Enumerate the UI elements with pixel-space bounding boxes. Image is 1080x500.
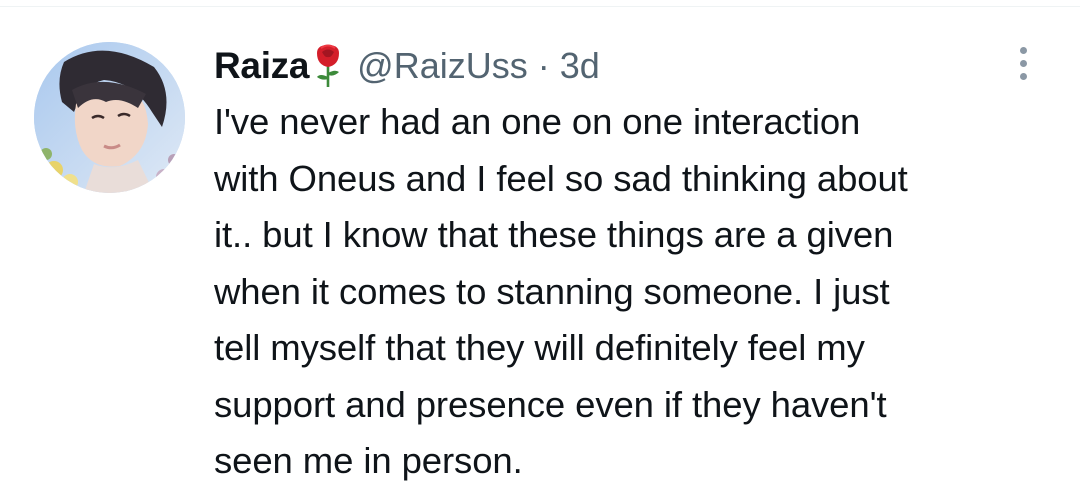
author-handle[interactable]: @RaizUss xyxy=(357,45,528,87)
avatar-image xyxy=(34,42,185,193)
tweet-text-line: when it comes to stanning someone. I jus… xyxy=(214,270,890,312)
tweet[interactable]: Raiza @RaizUss · 3d I've never had an on… xyxy=(0,0,1080,500)
tweet-text-line: seen me in person. xyxy=(214,440,523,481)
tweet-text-line: with Oneus and I feel so sad thinking ab… xyxy=(214,157,908,199)
timestamp[interactable]: 3d xyxy=(560,45,600,87)
more-dot xyxy=(1019,59,1027,67)
tweet-text: I've never had an one on one interaction… xyxy=(214,94,1054,490)
tweet-text-line: it.. but I know that these things are a … xyxy=(214,214,894,255)
tweet-text-line: I've never had an one on one interaction xyxy=(214,101,861,142)
avatar[interactable] xyxy=(34,42,185,193)
more-dot xyxy=(1019,72,1027,80)
tweet-header: Raiza @RaizUss · 3d xyxy=(214,42,600,90)
more-dot xyxy=(1019,46,1027,54)
more-vertical-icon[interactable] xyxy=(1008,40,1038,86)
tweet-text-line: support and presence even if they haven'… xyxy=(214,383,887,425)
separator-dot: · xyxy=(537,45,550,86)
tweet-text-line: tell myself that they will definitely fe… xyxy=(214,327,865,368)
rose-icon xyxy=(313,43,343,89)
author-display-name[interactable]: Raiza xyxy=(214,45,309,87)
